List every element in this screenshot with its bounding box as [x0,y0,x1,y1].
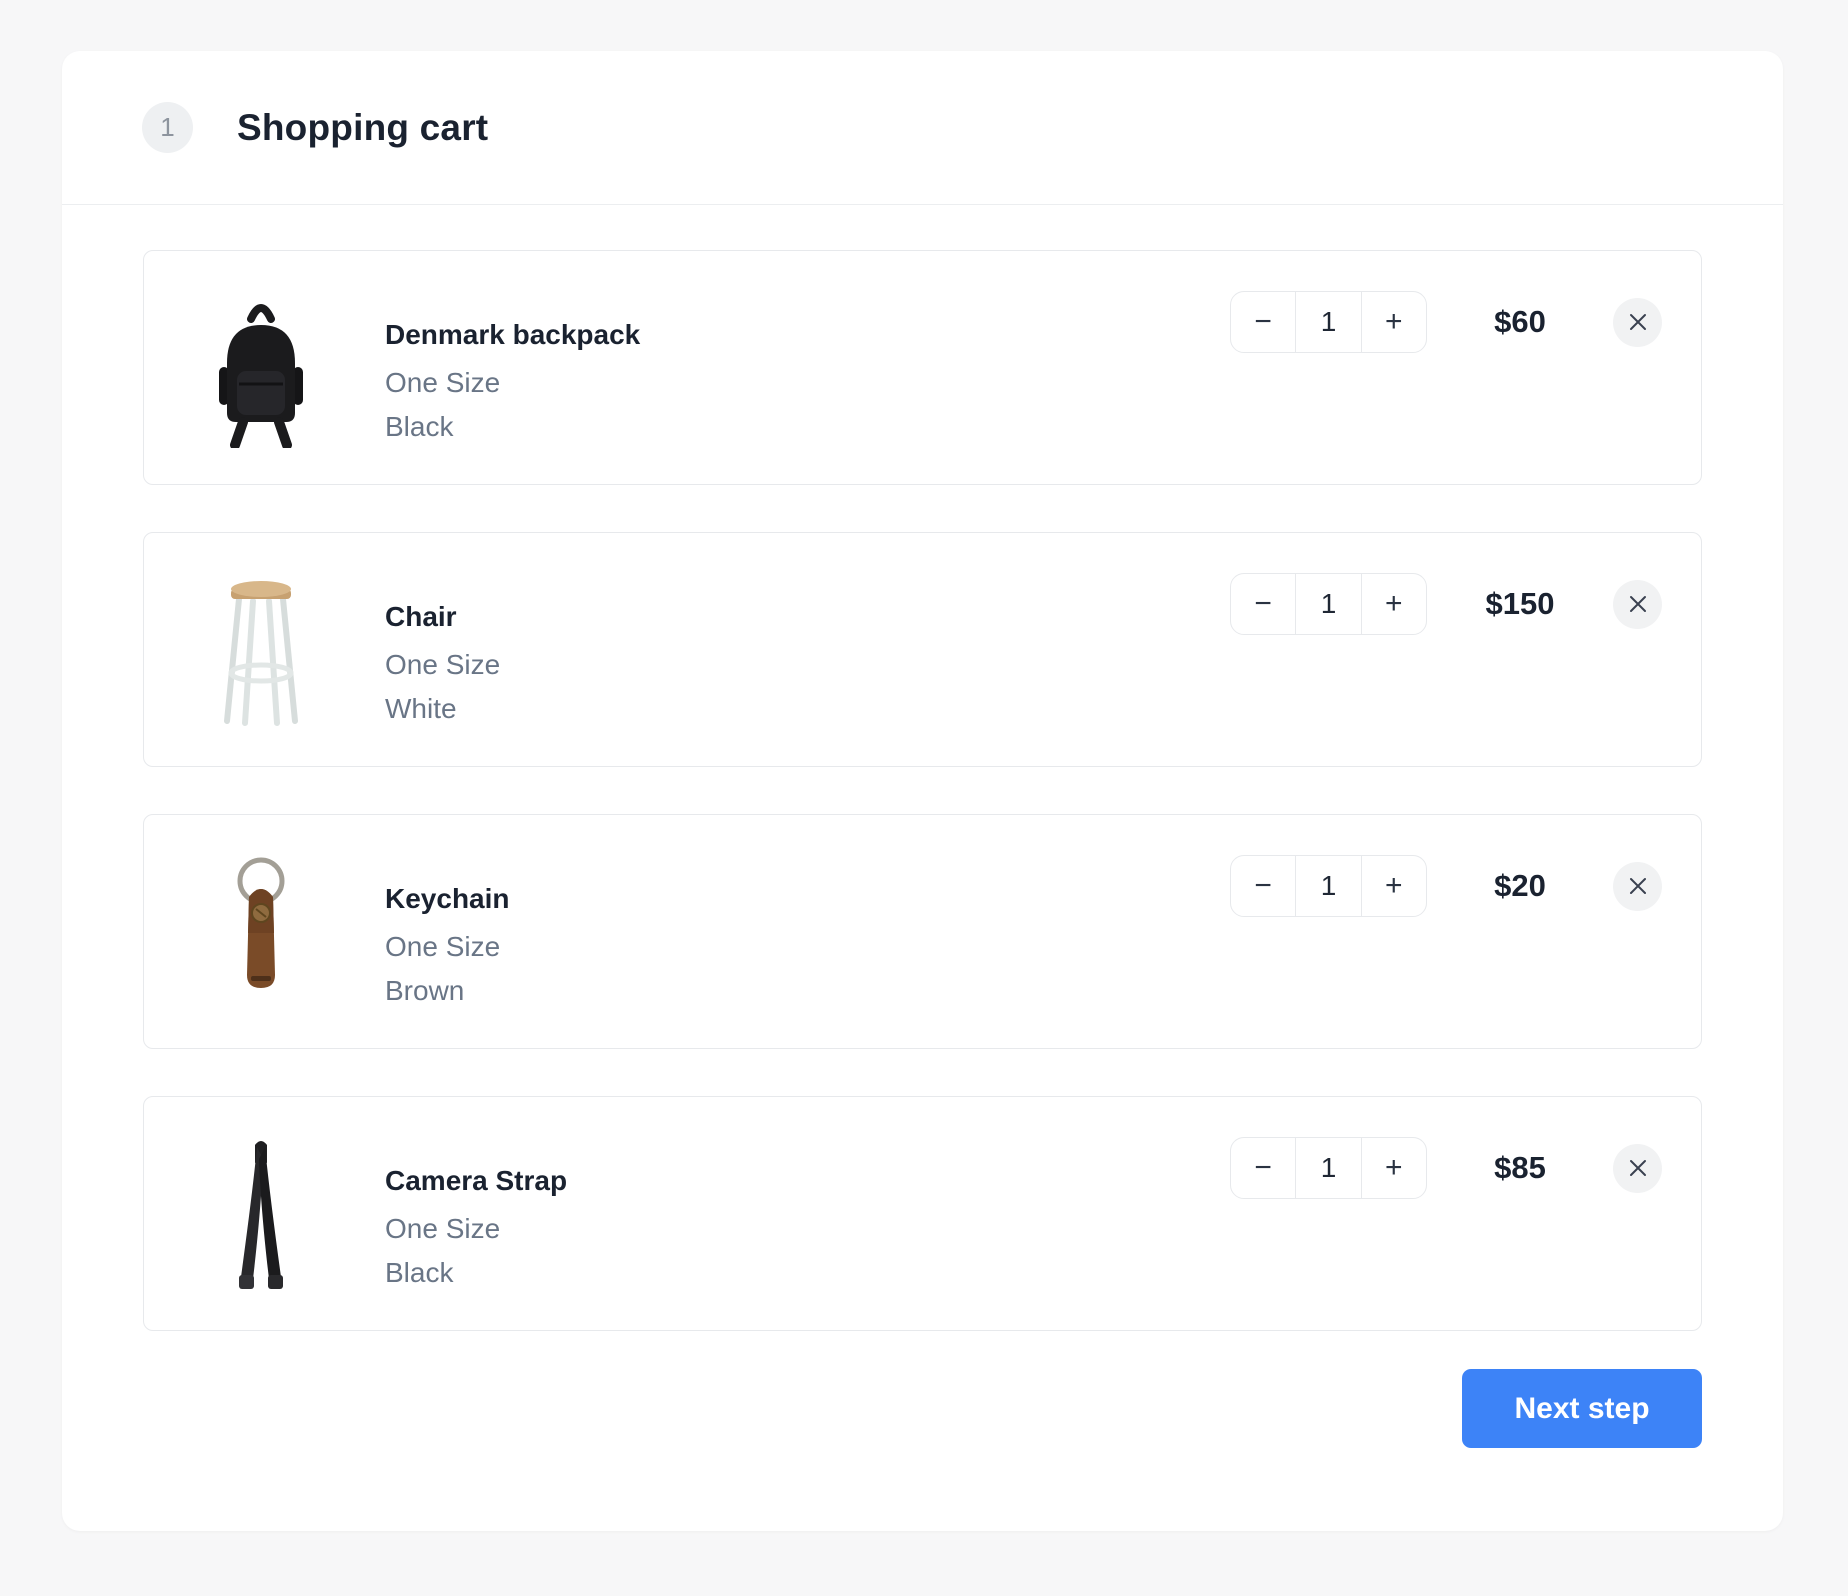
plus-icon: + [1385,1151,1403,1185]
quantity-stepper: − 1 + [1230,573,1427,635]
item-price: $85 [1427,1150,1613,1186]
cart-item-denmark-backpack: Denmark backpack One Size Black − 1 + $6… [143,250,1702,485]
product-name: Keychain [385,883,1230,915]
product-color: Black [385,411,1230,443]
step-number: 1 [160,112,174,143]
decrease-quantity-button[interactable]: − [1231,1138,1295,1198]
item-price: $20 [1427,868,1613,904]
decrease-quantity-button[interactable]: − [1231,574,1295,634]
decrease-quantity-button[interactable]: − [1231,292,1295,352]
product-name: Chair [385,601,1230,633]
close-icon [1627,311,1649,333]
product-name: Camera Strap [385,1165,1230,1197]
increase-quantity-button[interactable]: + [1362,574,1426,634]
product-info: Keychain One Size Brown [385,853,1230,1007]
item-controls: − 1 + $20 [1230,855,1662,917]
product-info: Denmark backpack One Size Black [385,289,1230,443]
panel-footer: Next step [62,1369,1783,1448]
quantity-stepper: − 1 + [1230,1137,1427,1199]
close-icon [1627,875,1649,897]
backpack-image [201,289,321,448]
decrease-quantity-button[interactable]: − [1231,856,1295,916]
product-size: One Size [385,1213,1230,1245]
plus-icon: + [1385,587,1403,621]
stool-image [201,571,321,730]
minus-icon: − [1254,1151,1272,1185]
cart-item-keychain: Keychain One Size Brown − 1 + $20 [143,814,1702,1049]
increase-quantity-button[interactable]: + [1362,292,1426,352]
plus-icon: + [1385,869,1403,903]
close-icon [1627,1157,1649,1179]
increase-quantity-button[interactable]: + [1362,1138,1426,1198]
quantity-value[interactable]: 1 [1295,574,1361,634]
quantity-value[interactable]: 1 [1295,856,1361,916]
product-info: Camera Strap One Size Black [385,1135,1230,1289]
next-step-button[interactable]: Next step [1462,1369,1702,1448]
shopping-cart-panel: 1 Shopping cart Denmark backpack [62,51,1783,1531]
panel-header: 1 Shopping cart [62,51,1783,205]
product-color: Black [385,1257,1230,1289]
increase-quantity-button[interactable]: + [1362,856,1426,916]
product-size: One Size [385,649,1230,681]
item-controls: − 1 + $60 [1230,291,1662,353]
minus-icon: − [1254,305,1272,339]
minus-icon: − [1254,869,1272,903]
item-price: $60 [1427,304,1613,340]
remove-item-button[interactable] [1613,298,1662,347]
cart-items-list: Denmark backpack One Size Black − 1 + $6… [62,205,1783,1331]
item-controls: − 1 + $85 [1230,1137,1662,1199]
product-size: One Size [385,931,1230,963]
close-icon [1627,593,1649,615]
quantity-stepper: − 1 + [1230,855,1427,917]
item-controls: − 1 + $150 [1230,573,1662,635]
quantity-stepper: − 1 + [1230,291,1427,353]
product-color: Brown [385,975,1230,1007]
item-price: $150 [1427,586,1613,622]
keychain-image [201,853,321,1012]
product-info: Chair One Size White [385,571,1230,725]
quantity-value[interactable]: 1 [1295,292,1361,352]
remove-item-button[interactable] [1613,580,1662,629]
product-name: Denmark backpack [385,319,1230,351]
plus-icon: + [1385,305,1403,339]
quantity-value[interactable]: 1 [1295,1138,1361,1198]
product-size: One Size [385,367,1230,399]
cart-item-chair: Chair One Size White − 1 + $150 [143,532,1702,767]
page-title: Shopping cart [237,107,488,149]
remove-item-button[interactable] [1613,1144,1662,1193]
remove-item-button[interactable] [1613,862,1662,911]
step-number-badge: 1 [142,102,193,153]
minus-icon: − [1254,587,1272,621]
cart-item-camera-strap: Camera Strap One Size Black − 1 + $85 [143,1096,1702,1331]
product-color: White [385,693,1230,725]
camera-strap-image [201,1135,321,1294]
